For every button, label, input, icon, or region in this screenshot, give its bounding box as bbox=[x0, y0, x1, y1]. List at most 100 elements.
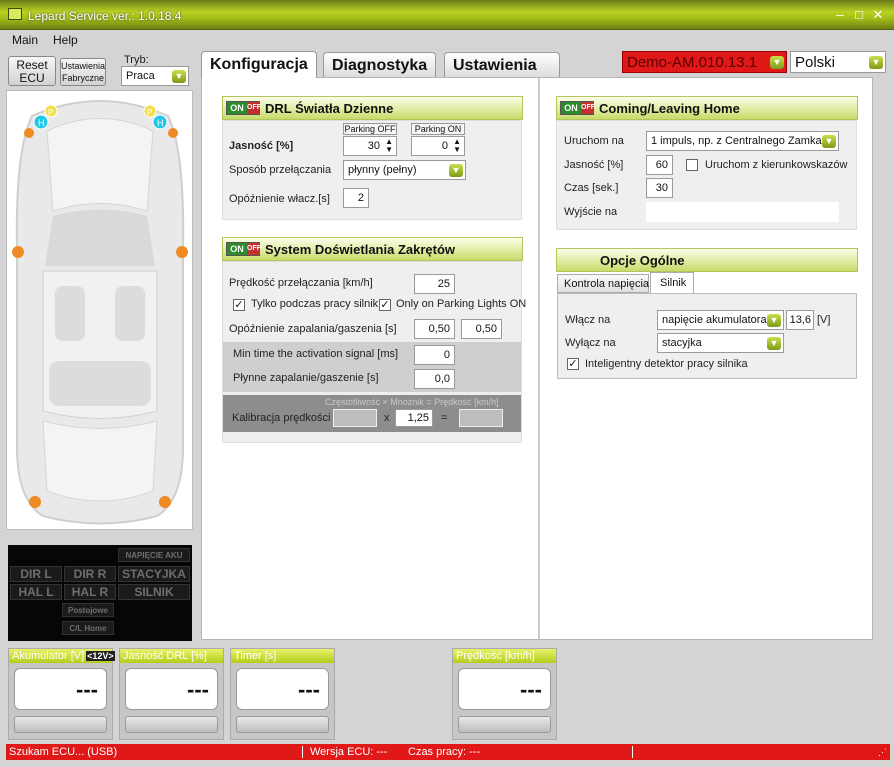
drl-toggle[interactable]: ON OFF bbox=[226, 101, 261, 115]
speed-gauge: Prędkość [km/h] --- bbox=[452, 648, 557, 740]
cornering-toggle[interactable]: ON OFF bbox=[226, 242, 261, 256]
cornering-speed-input[interactable]: 25 bbox=[414, 274, 455, 294]
detector-label: Inteligentny detektor pracy silnika bbox=[585, 358, 748, 370]
calibration-x-sign: x bbox=[384, 412, 390, 424]
calibration-area: Częstotliwość × Mnożnik = Prędkość [km/h… bbox=[223, 395, 521, 432]
calibration-multiplier-input[interactable]: 1,25 bbox=[395, 409, 433, 427]
cornering-header: ON OFF System Doświetlania Zakrętów bbox=[222, 237, 523, 261]
parking-right-letter: P bbox=[147, 108, 152, 117]
resize-grip-icon[interactable]: ⋰ bbox=[878, 744, 887, 760]
language-select[interactable]: Polski ▼ bbox=[790, 51, 886, 73]
cornering-speed-label: Prędkość przełączania [km/h] bbox=[229, 277, 373, 289]
calibration-columns: Częstotliwość × Mnożnik = Prędkość [km/h… bbox=[325, 397, 499, 407]
maximize-icon[interactable]: □ bbox=[851, 7, 867, 23]
car-top-view: H H P P bbox=[12, 100, 188, 525]
timer-gauge: Timer [s] --- bbox=[230, 648, 335, 740]
drl-delay-label: Opóźnienie włacz.[s] bbox=[229, 193, 330, 205]
coming-trigger-label: Uruchom na bbox=[564, 135, 624, 147]
calibration-speed-field bbox=[459, 409, 503, 427]
menu-main[interactable]: Main bbox=[12, 33, 38, 47]
indicator-dir-l: DIR L bbox=[10, 566, 62, 582]
calibration-label: Kalibracja prędkości bbox=[232, 412, 331, 424]
drl-title: DRL Światła Dzienne bbox=[265, 101, 394, 116]
mode-select[interactable]: Praca ▼ bbox=[121, 66, 189, 86]
coming-output-field[interactable] bbox=[646, 202, 839, 222]
parking-left-letter: P bbox=[48, 108, 53, 117]
indicator-napiecie: NAPIĘCIE AKU bbox=[118, 548, 190, 562]
indicator-hal-r: HAL R bbox=[64, 584, 116, 600]
speed-value: --- bbox=[458, 668, 551, 710]
parking-off-input[interactable]: 30 ▲ ▼ bbox=[343, 136, 397, 156]
parking-on-label: Parking ON bbox=[411, 123, 465, 135]
voltage-input[interactable]: 13,6 bbox=[786, 310, 814, 330]
sidebar-controls: Reset ECU Ustawienia Fabryczne Tryb: Pra… bbox=[6, 54, 193, 90]
smooth-input[interactable]: 0,0 bbox=[414, 369, 455, 389]
tab-ustawienia[interactable]: Ustawienia bbox=[444, 52, 560, 77]
battery-gauge: Akumulator [V] <12V> --- bbox=[8, 648, 115, 740]
drl-delay-input[interactable]: 2 bbox=[343, 188, 369, 208]
headlight-right-letter: H bbox=[157, 118, 164, 128]
device-select[interactable]: Demo-AM.010.13.1 ▼ bbox=[622, 51, 787, 73]
general-body: Włącz na napięcie akumulatora ▼ 13,6 [V] … bbox=[557, 293, 857, 379]
engine-only-checkbox[interactable]: ✓ bbox=[233, 299, 245, 311]
blinker-checkbox[interactable] bbox=[686, 159, 698, 171]
rear-right-indicator bbox=[159, 496, 171, 508]
reset-ecu-button[interactable]: Reset ECU bbox=[8, 56, 56, 86]
coming-brightness-input[interactable]: 60 bbox=[646, 155, 673, 175]
front-right-indicator bbox=[168, 128, 178, 138]
smooth-label: Płynne zapalanie/gaszenie [s] bbox=[233, 372, 379, 384]
advanced-area: Min time the activation signal [ms] 0 Pł… bbox=[223, 342, 521, 392]
column-divider bbox=[538, 78, 540, 639]
on-select[interactable]: napięcie akumulatora ▼ bbox=[657, 310, 784, 330]
spinner-icon[interactable]: ▲ ▼ bbox=[453, 138, 461, 154]
coming-toggle[interactable]: ON OFF bbox=[560, 101, 595, 115]
tab-voltage-control[interactable]: Kontrola napięcia bbox=[557, 274, 649, 293]
spinner-icon[interactable]: ▲ ▼ bbox=[385, 138, 393, 154]
chevron-down-icon: ▼ bbox=[449, 164, 463, 177]
mode-label: Tryb: bbox=[124, 54, 149, 66]
rear-left-indicator bbox=[29, 496, 41, 508]
app-icon bbox=[8, 8, 22, 20]
min-time-input[interactable]: 0 bbox=[414, 345, 455, 365]
menu-help[interactable]: Help bbox=[53, 33, 78, 47]
calibration-eq-sign: = bbox=[441, 412, 448, 424]
tab-engine[interactable]: Silnik bbox=[650, 272, 694, 294]
on-label: Włącz na bbox=[565, 314, 611, 326]
tab-konfiguracja[interactable]: Konfiguracja bbox=[201, 51, 317, 78]
chevron-down-icon: ▼ bbox=[767, 337, 781, 350]
voltage-unit: [V] bbox=[817, 314, 831, 326]
indicator-silnik: SILNIK bbox=[118, 584, 190, 600]
drl-brightness-value: --- bbox=[125, 668, 218, 710]
front-left-indicator bbox=[24, 128, 34, 138]
coming-title: Coming/Leaving Home bbox=[599, 101, 740, 116]
tab-diagnostyka[interactable]: Diagnostyka bbox=[323, 52, 437, 77]
cornering-delay-off-input[interactable]: 0,50 bbox=[461, 319, 502, 339]
cornering-delay-on-input[interactable]: 0,50 bbox=[414, 319, 455, 339]
min-time-label: Min time the activation signal [ms] bbox=[233, 348, 399, 360]
cornering-delay-label: Opóźnienie zapalania/gaszenia [s] bbox=[229, 323, 397, 335]
off-select[interactable]: stacyjka ▼ bbox=[657, 333, 784, 353]
status-runtime: Czas pracy: --- bbox=[408, 746, 481, 758]
timer-bar bbox=[236, 716, 329, 733]
status-ecu-version: Wersja ECU: --- bbox=[310, 746, 388, 758]
factory-settings-button[interactable]: Ustawienia Fabryczne bbox=[60, 58, 106, 86]
drl-brightness-bar bbox=[125, 716, 218, 733]
detector-checkbox[interactable]: ✓ bbox=[567, 358, 579, 370]
drl-switch-select[interactable]: płynny (pełny) ▼ bbox=[343, 160, 466, 180]
indicator-hal-l: HAL L bbox=[10, 584, 62, 600]
chevron-down-icon: ▼ bbox=[770, 56, 784, 69]
window-title: Lepard Service ver.: 1.0.18.4 bbox=[28, 9, 182, 23]
cornering-body: Prędkość przełączania [km/h] 25 ✓ Tylko … bbox=[222, 261, 526, 443]
close-icon[interactable]: ✕ bbox=[870, 7, 886, 23]
coming-trigger-select[interactable]: 1 impuls, np. z Centralnego Zamka ▼ bbox=[646, 131, 839, 151]
parking-on-input[interactable]: 0 ▲ ▼ bbox=[411, 136, 465, 156]
coming-output-label: Wyjście na bbox=[564, 206, 618, 218]
coming-time-input[interactable]: 30 bbox=[646, 178, 673, 198]
title-bar: Lepard Service ver.: 1.0.18.4 – □ ✕ bbox=[0, 0, 894, 30]
general-header: Opcje Ogólne bbox=[556, 248, 858, 272]
parking-only-label: Only on Parking Lights ON bbox=[396, 298, 527, 310]
parking-only-checkbox[interactable]: ✓ bbox=[379, 299, 391, 311]
minimize-icon[interactable]: – bbox=[832, 7, 848, 23]
headlight-left-letter: H bbox=[38, 118, 45, 128]
timer-value: --- bbox=[236, 668, 329, 710]
